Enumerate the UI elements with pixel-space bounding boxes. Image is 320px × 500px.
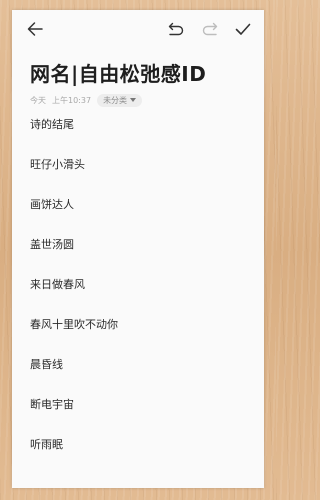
back-button[interactable] xyxy=(26,20,44,38)
undo-button[interactable] xyxy=(167,20,185,38)
redo-icon xyxy=(202,22,218,36)
note-line: 诗的结尾 xyxy=(30,118,74,131)
note-line: 旺仔小滑头 xyxy=(30,158,85,171)
redo-button[interactable] xyxy=(201,20,219,38)
note-line: 画饼达人 xyxy=(30,198,74,211)
note-line: 断电宇宙 xyxy=(30,398,74,411)
note-line: 来日做春风 xyxy=(30,278,85,291)
editor-toolbar xyxy=(12,10,264,50)
note-line: 听雨眠 xyxy=(30,438,63,451)
note-date: 今天 xyxy=(30,95,46,105)
note-line: 晨昏线 xyxy=(30,358,63,371)
note-time: 上午10:37 xyxy=(52,95,92,105)
note-meta: 今天 上午10:37 未分类 xyxy=(30,93,143,107)
note-title[interactable]: 网名|自由松弛感ID xyxy=(30,58,206,87)
note-line: 盖世汤圆 xyxy=(30,238,74,251)
done-button[interactable] xyxy=(234,20,252,38)
undo-icon xyxy=(168,22,184,36)
checkmark-icon xyxy=(235,23,251,35)
category-label: 未分类 xyxy=(103,95,128,105)
category-dropdown[interactable]: 未分类 xyxy=(97,93,143,107)
note-line: 春风十里吹不动你 xyxy=(30,318,118,331)
note-editor: 网名|自由松弛感ID 今天 上午10:37 未分类 诗的结尾 旺仔小滑头 画饼达… xyxy=(12,10,264,488)
caret-down-icon xyxy=(130,98,137,102)
note-body[interactable]: 诗的结尾 旺仔小滑头 画饼达人 盖世汤圆 来日做春风 春风十里吹不动你 晨昏线 … xyxy=(30,108,250,468)
arrow-left-icon xyxy=(27,22,43,36)
